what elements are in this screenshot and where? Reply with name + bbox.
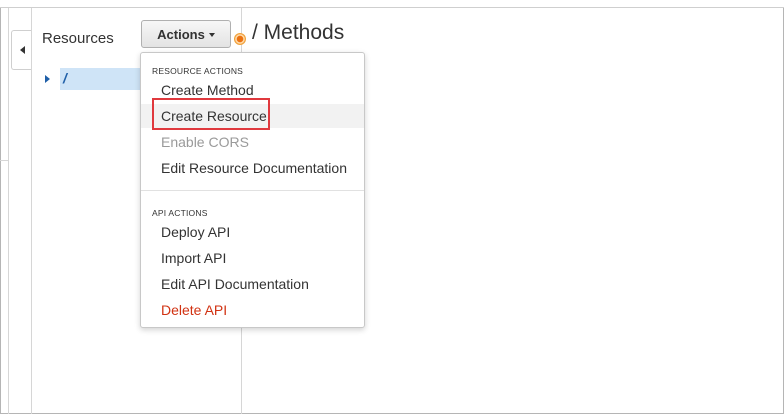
actions-button-label: Actions [157, 26, 205, 42]
menu-item-edit-api-documentation[interactable]: Edit API Documentation [141, 272, 364, 296]
menu-item-enable-cors: Enable CORS [161, 134, 249, 150]
menu-section-header-api: API ACTIONS [152, 208, 208, 218]
menu-section-header-resource: RESOURCE ACTIONS [152, 66, 244, 76]
tree-item-root-label[interactable]: / [63, 70, 67, 86]
menu-item-create-resource[interactable]: Create Resource [141, 104, 364, 128]
resources-panel-left-border [31, 8, 32, 414]
page-title: / Methods [252, 21, 345, 44]
outer-left-tick [0, 160, 9, 161]
info-dot-icon[interactable] [234, 33, 246, 45]
menu-item-edit-resource-documentation[interactable]: Edit Resource Documentation [141, 156, 364, 180]
menu-item-import-api[interactable]: Import API [141, 246, 364, 270]
actions-dropdown-button[interactable]: Actions [141, 20, 231, 48]
window-frame [0, 0, 784, 414]
menu-item-delete-api[interactable]: Delete API [141, 298, 364, 322]
top-bar [0, 0, 784, 8]
caret-left-icon [19, 46, 25, 54]
caret-down-icon [208, 32, 215, 37]
caret-right-icon[interactable] [45, 75, 50, 83]
collapse-panel-button[interactable] [11, 30, 32, 70]
resources-panel-title: Resources [42, 30, 114, 47]
menu-divider [141, 190, 364, 191]
menu-item-create-method[interactable]: Create Method [141, 78, 364, 102]
actions-menu: RESOURCE ACTIONS Create Method Create Re… [140, 52, 365, 328]
outer-left-divider [8, 8, 9, 414]
menu-item-deploy-api[interactable]: Deploy API [141, 220, 364, 244]
